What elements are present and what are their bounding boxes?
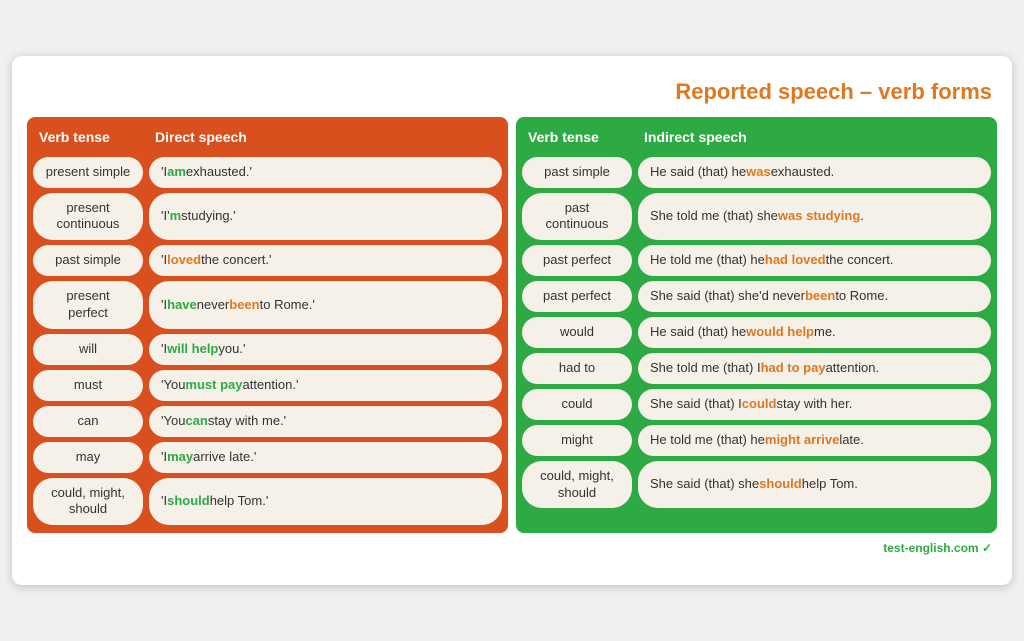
- indirect-verb-tense-cell: could, might, should: [522, 461, 632, 509]
- indirect-verb-tense-cell: past perfect: [522, 245, 632, 276]
- indirect-speech-cell: She said (that) she should help Tom.: [638, 461, 991, 509]
- direct-table-row: past simple'I loved the concert.': [33, 245, 502, 276]
- direct-verb-tense-cell: present continuous: [33, 193, 143, 241]
- indirect-verb-tense-cell: could: [522, 389, 632, 420]
- direct-table-row: present continuous'I'm studying.': [33, 193, 502, 241]
- indirect-table-row: had toShe told me (that) I had to pay at…: [522, 353, 991, 384]
- indirect-header-row: Verb tense Indirect speech: [516, 117, 997, 157]
- indirect-table-row: past simpleHe said (that) he was exhaust…: [522, 157, 991, 188]
- direct-speech-cell: 'I loved the concert.': [149, 245, 502, 276]
- indirect-speech-cell: He told me (that) he might arrive late.: [638, 425, 991, 456]
- table-wrapper: Verb tense Direct speech present simple'…: [27, 117, 997, 534]
- footer-text: test-english.com: [883, 541, 978, 555]
- direct-speech-table: Verb tense Direct speech present simple'…: [27, 117, 508, 534]
- indirect-table-row: could, might, shouldShe said (that) she …: [522, 461, 991, 509]
- footer: test-english.com ✓: [27, 533, 997, 555]
- direct-table-row: will'I will help you.': [33, 334, 502, 365]
- indirect-speech-cell: He said (that) he was exhausted.: [638, 157, 991, 188]
- indirect-speech-cell: He told me (that) he had loved the conce…: [638, 245, 991, 276]
- main-card: Reported speech – verb forms Verb tense …: [12, 56, 1012, 586]
- indirect-table-row: wouldHe said (that) he would help me.: [522, 317, 991, 348]
- direct-speech-header: Direct speech: [149, 125, 502, 149]
- direct-verb-tense-header: Verb tense: [33, 125, 143, 149]
- direct-header-row: Verb tense Direct speech: [27, 117, 508, 157]
- direct-speech-cell: 'You can stay with me.': [149, 406, 502, 437]
- direct-speech-cell: 'You must pay attention.': [149, 370, 502, 401]
- direct-verb-tense-cell: will: [33, 334, 143, 365]
- direct-table-row: present perfect'I have never been to Rom…: [33, 281, 502, 329]
- direct-table-row: must'You must pay attention.': [33, 370, 502, 401]
- indirect-verb-tense-cell: past continuous: [522, 193, 632, 241]
- direct-speech-cell: 'I have never been to Rome.': [149, 281, 502, 329]
- indirect-speech-header: Indirect speech: [638, 125, 991, 149]
- indirect-speech-table: Verb tense Indirect speech past simpleHe…: [516, 117, 997, 534]
- direct-table-row: may'I may arrive late.': [33, 442, 502, 473]
- direct-verb-tense-cell: present perfect: [33, 281, 143, 329]
- direct-table-row: could, might, should'I should help Tom.': [33, 478, 502, 526]
- direct-speech-cell: 'I may arrive late.': [149, 442, 502, 473]
- indirect-verb-tense-cell: past simple: [522, 157, 632, 188]
- indirect-speech-cell: She told me (that) I had to pay attentio…: [638, 353, 991, 384]
- direct-table-row: can'You can stay with me.': [33, 406, 502, 437]
- direct-table-row: present simple'I am exhausted.': [33, 157, 502, 188]
- indirect-speech-cell: She said (that) I could stay with her.: [638, 389, 991, 420]
- direct-speech-cell: 'I should help Tom.': [149, 478, 502, 526]
- indirect-rows: past simpleHe said (that) he was exhaust…: [516, 157, 997, 517]
- indirect-speech-cell: She told me (that) she was studying.: [638, 193, 991, 241]
- indirect-table-row: past perfectHe told me (that) he had lov…: [522, 245, 991, 276]
- indirect-verb-tense-cell: might: [522, 425, 632, 456]
- direct-verb-tense-cell: must: [33, 370, 143, 401]
- direct-verb-tense-cell: may: [33, 442, 143, 473]
- indirect-speech-cell: He said (that) he would help me.: [638, 317, 991, 348]
- page-title: Reported speech – verb forms: [27, 71, 997, 117]
- indirect-verb-tense-header: Verb tense: [522, 125, 632, 149]
- indirect-verb-tense-cell: past perfect: [522, 281, 632, 312]
- direct-verb-tense-cell: could, might, should: [33, 478, 143, 526]
- indirect-table-row: past perfectShe said (that) she'd never …: [522, 281, 991, 312]
- indirect-table-row: couldShe said (that) I could stay with h…: [522, 389, 991, 420]
- direct-verb-tense-cell: past simple: [33, 245, 143, 276]
- indirect-speech-cell: She said (that) she'd never been to Rome…: [638, 281, 991, 312]
- direct-speech-cell: 'I am exhausted.': [149, 157, 502, 188]
- indirect-verb-tense-cell: would: [522, 317, 632, 348]
- checkmark-icon: ✓: [982, 541, 992, 555]
- direct-speech-cell: 'I'm studying.': [149, 193, 502, 241]
- direct-rows: present simple'I am exhausted.'present c…: [27, 157, 508, 534]
- indirect-table-row: past continuousShe told me (that) she wa…: [522, 193, 991, 241]
- direct-speech-cell: 'I will help you.': [149, 334, 502, 365]
- indirect-verb-tense-cell: had to: [522, 353, 632, 384]
- direct-verb-tense-cell: can: [33, 406, 143, 437]
- indirect-table-row: mightHe told me (that) he might arrive l…: [522, 425, 991, 456]
- direct-verb-tense-cell: present simple: [33, 157, 143, 188]
